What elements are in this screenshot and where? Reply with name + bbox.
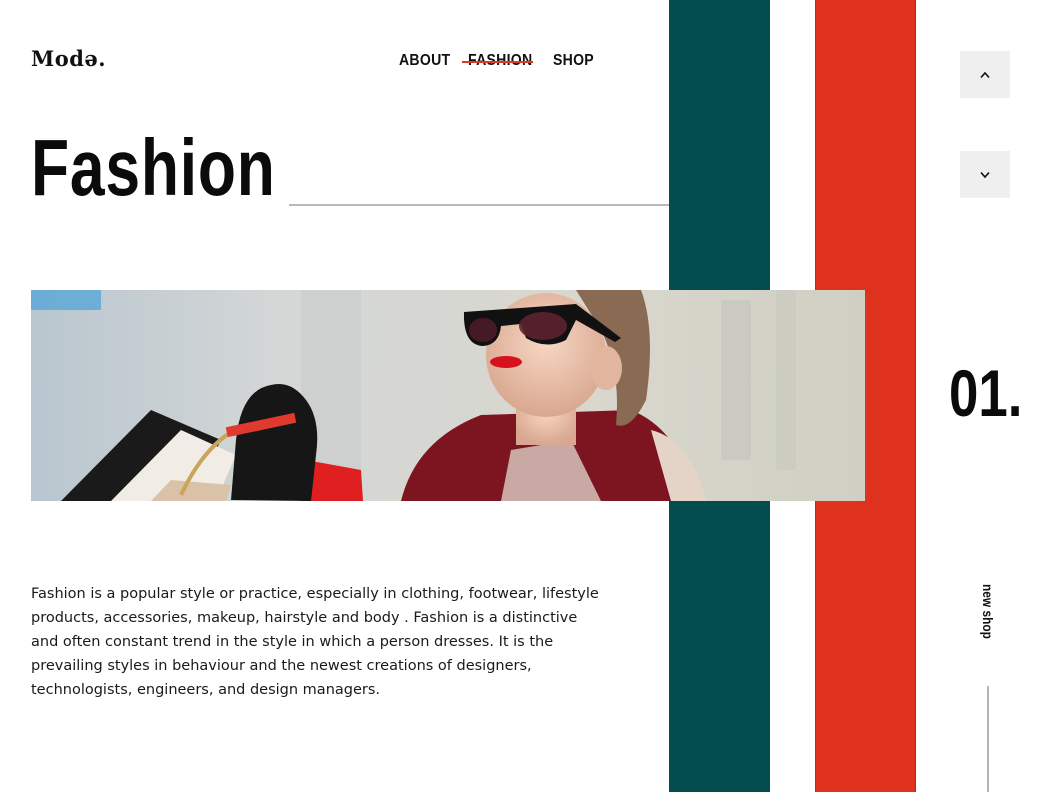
scroll-up-button[interactable] bbox=[960, 51, 1010, 98]
title-divider bbox=[289, 204, 669, 206]
slide-number: 01. bbox=[949, 356, 1023, 430]
hero-image bbox=[31, 290, 865, 501]
fashion-description: Fashion is a popular style or practice, … bbox=[31, 586, 599, 698]
brand-logo[interactable]: Modə. bbox=[31, 46, 106, 71]
nav-item-shop[interactable]: SHOP bbox=[553, 52, 594, 70]
nav-item-about[interactable]: ABOUT bbox=[399, 52, 450, 70]
new-shop-link[interactable]: new shop bbox=[979, 584, 999, 644]
nav-active-strike bbox=[462, 61, 533, 63]
chevron-down-icon bbox=[980, 171, 990, 178]
new-shop-label: new shop bbox=[980, 584, 996, 639]
vertical-divider bbox=[987, 686, 989, 792]
scroll-down-button[interactable] bbox=[960, 151, 1010, 198]
chevron-up-icon bbox=[980, 71, 990, 78]
fashion-photo-illustration bbox=[31, 290, 865, 501]
page-title: Fashion bbox=[31, 123, 276, 212]
